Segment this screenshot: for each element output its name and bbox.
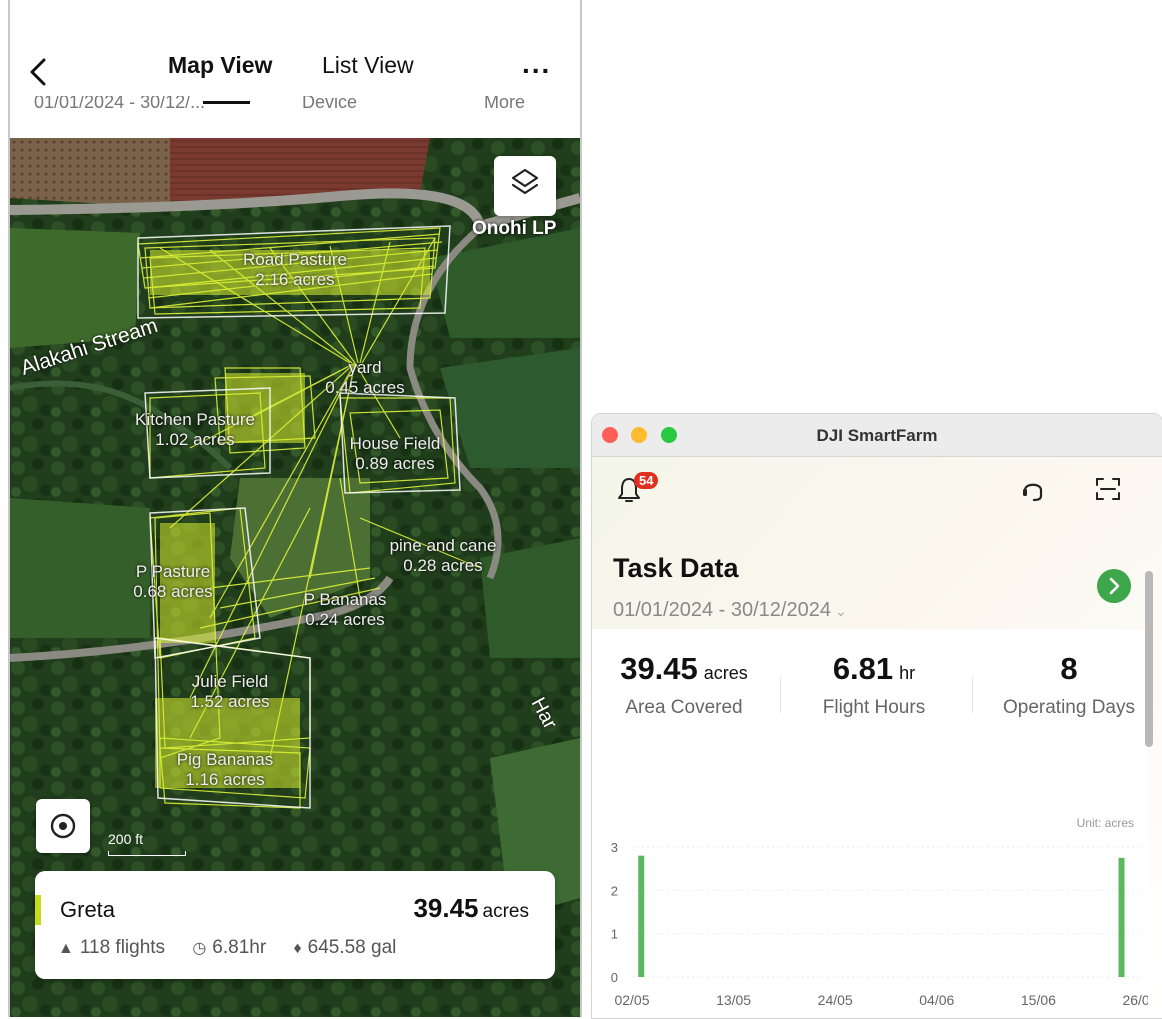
field-label-pine-and-cane: pine and cane 0.28 acres [389,536,497,575]
scan-icon[interactable] [1094,476,1122,502]
x-tick-label: 13/05 [716,992,751,1008]
recenter-button[interactable] [36,799,90,853]
field-label-house-field: House Field 0.89 acres [349,434,441,473]
more-button[interactable]: ... [522,48,551,80]
tab-list-view[interactable]: List View [322,52,414,79]
volume-stat: ♦ 645.58 gal [293,937,397,958]
pilot-name: Greta [60,897,116,922]
road-label: Onohi LP [472,218,557,239]
tab-map-view[interactable]: Map View [168,52,272,79]
hours-stat: ◷ 6.81hr [192,937,267,958]
x-tick-label: 24/05 [818,992,853,1008]
window-title: DJI SmartFarm [816,426,938,445]
field-label-kitchen-pasture: Kitchen Pasture 1.02 acres [134,410,255,449]
tab-underline [203,101,250,104]
scale-label: 200 ft [108,831,144,847]
field-label-yard: yard 0.45 acres [325,358,405,397]
y-tick-label: 1 [611,927,618,942]
field-label-p-bananas: P Bananas 0.24 acres [303,590,387,629]
filter-device[interactable]: Device [302,96,357,113]
divider [972,677,973,713]
filter-date[interactable]: 01/01/2024 - 30/12/... [34,96,205,113]
scrollbar[interactable] [1145,571,1153,747]
total-area: 39.45 acres [413,893,529,923]
x-tick-label: 26/06 [1122,992,1148,1008]
filter-row: 01/01/2024 - 30/12/... Device More [10,96,580,118]
filter-more[interactable]: More [484,96,525,113]
clock-icon: ◷ [192,940,207,957]
field-label-p-pasture: P Pasture 0.68 acres [133,562,213,601]
field-label-julie-field: Julie Field 1.52 acres [190,672,270,711]
layers-icon [511,168,539,195]
pilot-summary-card[interactable]: Greta 39.45 acres ▲ 118 flights ◷ 6.81hr ♦ 6… [35,871,555,979]
metric-operating-days: 8 Operating Days [1002,651,1135,718]
metric-flight-hours: 6.81 hr Flight Hours [822,651,926,718]
app-body: 54 Task Data 01/01/2024 - 30/12/2024 ⌄ 39… [592,457,1162,1018]
y-tick-label: 3 [611,840,618,855]
drone-icon: ▲ [58,940,74,957]
x-tick-label: 15/06 [1021,992,1056,1008]
field-label-pig-bananas: Pig Bananas 1.16 acres [176,750,274,789]
desktop-app-window: DJI SmartFarm 54 Task Data 01/01/2024 - … [591,413,1162,1019]
notification-badge: 54 [634,472,659,489]
satellite-map[interactable]: Onohi LP Alakahi Stream Road Pasture 2.16… [10,138,580,1017]
drop-icon: ♦ [293,940,302,957]
recenter-icon [50,813,76,839]
chevron-down-icon: ⌄ [834,603,847,619]
chevron-left-icon[interactable] [22,52,56,92]
layers-button[interactable] [494,156,556,216]
window-titlebar[interactable]: DJI SmartFarm [592,414,1162,457]
divider [780,677,781,713]
phone-header: Map View List View ... 01/01/2024 - 30/1… [10,0,580,138]
y-tick-label: 0 [611,970,618,985]
summary-stats: ▲ 118 flights ◷ 6.81hr ♦ 645.58 gal [58,937,418,959]
chevron-right-icon[interactable] [1097,569,1131,603]
page-title: Task Data [613,553,739,583]
scale-bar [108,851,186,856]
mobile-app-window: Map View List View ... 01/01/2024 - 30/1… [10,0,580,1017]
stats-panel: 39.45 acres Area Covered 6.81 hr Flight Ho… [592,629,1148,1018]
y-tick-label: 2 [611,883,618,898]
field-label-road-pasture: Road Pasture 2.16 acres [243,250,347,289]
chart-bar [638,855,645,977]
flights-stat: ▲ 118 flights [58,937,166,958]
x-tick-label: 04/06 [919,992,954,1008]
date-range-selector[interactable]: 01/01/2024 - 30/12/2024 ⌄ [613,599,847,622]
metric-area-covered: 39.45 acres Area Covered [620,651,748,718]
chart-bar [1118,857,1125,977]
area-bar-chart[interactable]: 0 1 2 3 02/05 13/05 24/05 04/06 15/06 26/06 [592,829,1148,1018]
x-tick-label: 02/05 [614,992,649,1008]
chart-unit-label: Unit: acres [1076,816,1134,830]
support-icon[interactable] [1020,476,1046,504]
summary-accent [35,895,41,925]
